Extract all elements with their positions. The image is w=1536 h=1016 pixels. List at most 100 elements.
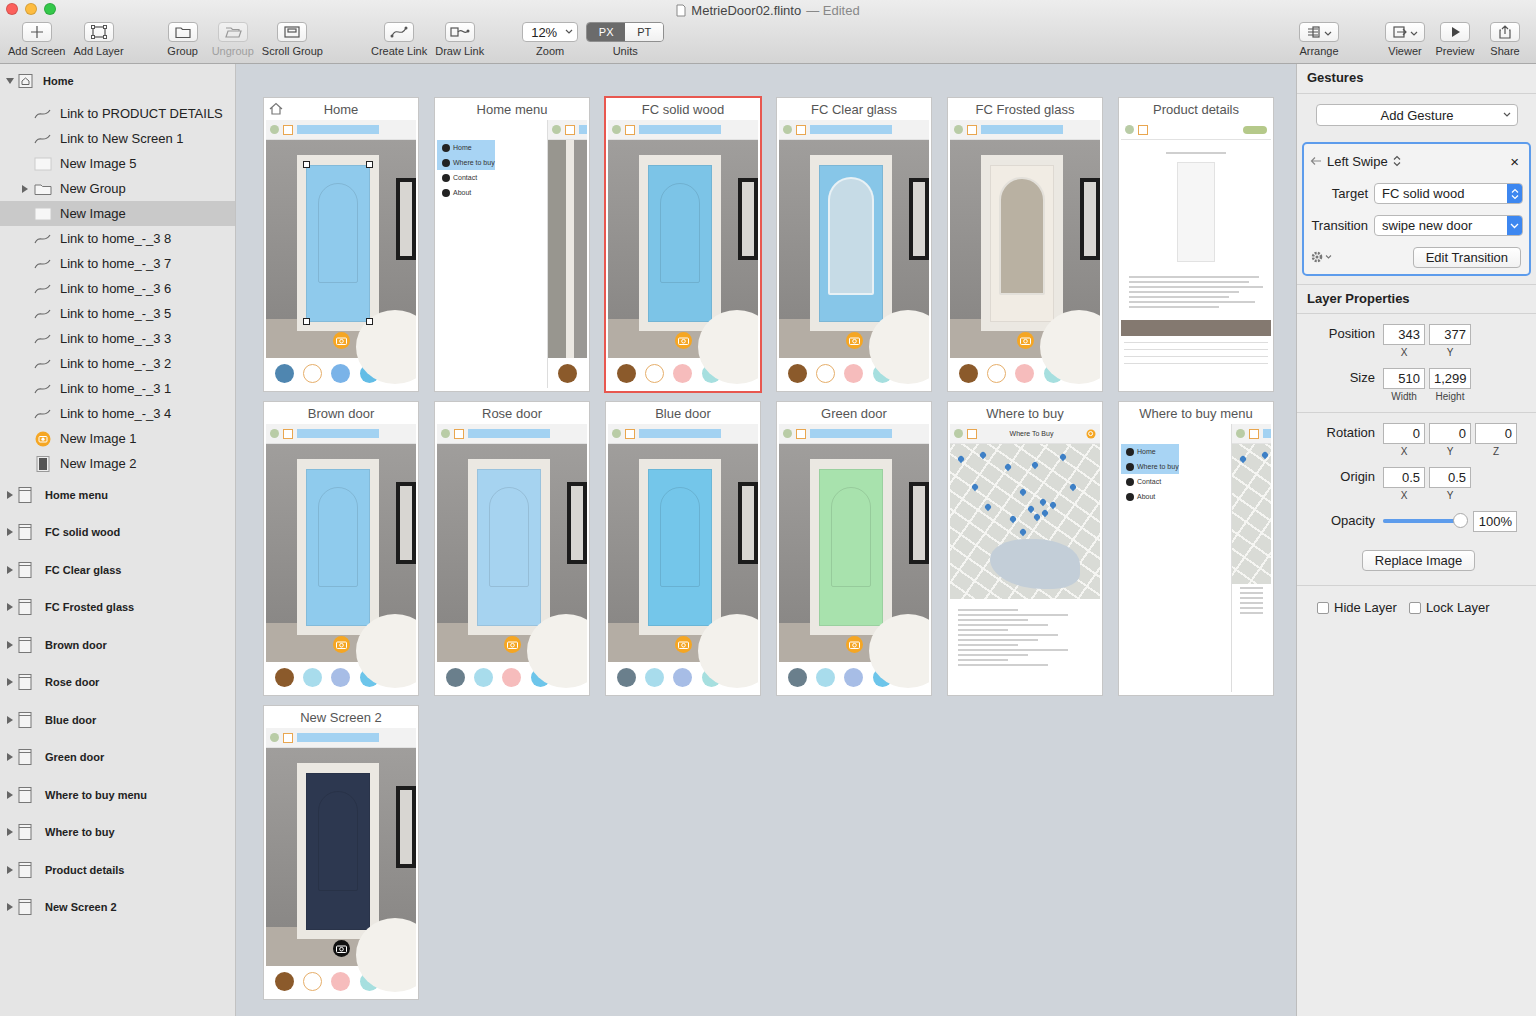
map[interactable]: [950, 444, 1100, 599]
number-input[interactable]: 0: [1429, 423, 1471, 444]
map[interactable]: [1232, 444, 1271, 584]
color-swatch[interactable]: [502, 668, 521, 687]
screen-card[interactable]: Product details: [1118, 97, 1274, 392]
disclosure-triangle[interactable]: [6, 828, 16, 836]
camera-button[interactable]: [333, 636, 350, 653]
map-pin[interactable]: [1239, 455, 1247, 463]
map-pin[interactable]: [1009, 515, 1017, 523]
number-input[interactable]: 0.5: [1429, 467, 1471, 488]
opacity-slider[interactable]: [1383, 519, 1461, 523]
disclosure-triangle[interactable]: [6, 903, 16, 911]
map-pin[interactable]: [1069, 483, 1077, 491]
map-pin[interactable]: [1033, 513, 1041, 521]
color-swatch[interactable]: [303, 668, 322, 687]
layer-row[interactable]: New Image: [0, 201, 235, 226]
transition-select[interactable]: swipe new door: [1374, 215, 1523, 236]
screen-preview[interactable]: HomeWhere to buyContactAbout: [1121, 424, 1271, 692]
screen-card[interactable]: Home: [263, 97, 419, 392]
map-pin[interactable]: [1004, 463, 1012, 471]
menu-item[interactable]: Home: [437, 140, 495, 155]
menu-item[interactable]: Where to buy: [437, 155, 495, 170]
screen-row[interactable]: FC Frosted glass: [0, 589, 235, 627]
screen-card[interactable]: Where to buyWhere To Buy: [947, 401, 1103, 696]
screen-row[interactable]: Home: [0, 70, 235, 92]
resize-handle[interactable]: [303, 318, 310, 325]
group-button[interactable]: Group: [158, 22, 208, 57]
zoom-combo[interactable]: 12%: [522, 22, 578, 42]
door[interactable]: [306, 773, 370, 930]
map-pin[interactable]: [1027, 505, 1035, 513]
layer-row[interactable]: New Group: [0, 176, 235, 201]
screen-card[interactable]: New Screen 2: [263, 705, 419, 1000]
screen-row[interactable]: Where to buy: [0, 814, 235, 852]
layer-row[interactable]: Link to PRODUCT DETAILS: [0, 101, 235, 126]
layer-row[interactable]: Link to home_-_3 1: [0, 376, 235, 401]
screen-row[interactable]: FC Clear glass: [0, 551, 235, 589]
layer-row[interactable]: Link to home_-_3 2: [0, 351, 235, 376]
camera-button[interactable]: [846, 332, 863, 349]
color-swatch[interactable]: [987, 364, 1006, 383]
disclosure-triangle[interactable]: [6, 866, 16, 874]
color-swatch[interactable]: [617, 364, 636, 383]
resize-handle[interactable]: [366, 161, 373, 168]
camera-button[interactable]: [333, 940, 350, 957]
replace-image-button[interactable]: Replace Image: [1362, 550, 1475, 571]
add-gesture-dropdown[interactable]: Add Gesture: [1316, 104, 1518, 126]
viewer-button[interactable]: Viewer: [1380, 22, 1430, 57]
disclosure-triangle[interactable]: [6, 716, 16, 724]
color-swatch[interactable]: [446, 668, 465, 687]
checkbox[interactable]: [1317, 602, 1329, 614]
layer-row[interactable]: Link to home_-_3 7: [0, 251, 235, 276]
layer-row[interactable]: New Image 1: [0, 426, 235, 451]
layer-row[interactable]: Link to home_-_3 6: [0, 276, 235, 301]
slider-knob[interactable]: [1453, 513, 1468, 528]
disclosure-triangle[interactable]: [6, 603, 16, 611]
camera-button[interactable]: [333, 332, 350, 349]
screen-card[interactable]: FC Frosted glass: [947, 97, 1103, 392]
color-swatch[interactable]: [673, 364, 692, 383]
screen-preview[interactable]: [266, 120, 416, 388]
screen-row[interactable]: Green door: [0, 739, 235, 777]
map-pin[interactable]: [1049, 501, 1057, 509]
layer-row[interactable]: Link to home_-_3 5: [0, 301, 235, 326]
color-swatch[interactable]: [617, 668, 636, 687]
screen-preview[interactable]: [950, 120, 1100, 388]
camera-button[interactable]: [846, 636, 863, 653]
map-pin[interactable]: [971, 483, 979, 491]
screen-card[interactable]: FC Clear glass: [776, 97, 932, 392]
map-pin[interactable]: [1019, 488, 1027, 496]
map-pin[interactable]: [1261, 451, 1269, 459]
disclosure-triangle[interactable]: [6, 791, 16, 799]
screen-preview[interactable]: HomeWhere to buyContactAbout: [437, 120, 587, 388]
screen-row[interactable]: Product details: [0, 851, 235, 889]
resize-handle[interactable]: [366, 318, 373, 325]
menu-item[interactable]: About: [437, 185, 495, 200]
checkbox[interactable]: [1409, 602, 1421, 614]
menu-item[interactable]: Where to buy: [1121, 459, 1179, 474]
remove-gesture-button[interactable]: ×: [1510, 153, 1523, 170]
unit-option[interactable]: PT: [625, 23, 663, 41]
menu-item[interactable]: Home: [1121, 444, 1179, 459]
disclosure-triangle[interactable]: [6, 678, 16, 686]
gesture-card[interactable]: Left Swipe×TargetFC solid woodTransition…: [1302, 142, 1531, 276]
screen-card[interactable]: FC solid wood: [605, 97, 761, 392]
disclosure-triangle[interactable]: [6, 753, 16, 761]
color-swatch[interactable]: [275, 668, 294, 687]
screen-card[interactable]: Where to buy menuHomeWhere to buyContact…: [1118, 401, 1274, 696]
color-swatch[interactable]: [275, 364, 294, 383]
opacity-input[interactable]: 100%: [1473, 511, 1517, 532]
screen-row[interactable]: New Screen 2: [0, 889, 235, 927]
screen-card[interactable]: Green door: [776, 401, 932, 696]
layer-checkbox[interactable]: Hide Layer: [1317, 600, 1397, 615]
disclosure-triangle[interactable]: [21, 185, 33, 193]
resize-handle[interactable]: [303, 161, 310, 168]
map-pin[interactable]: [984, 503, 992, 511]
screen-row[interactable]: FC solid wood: [0, 514, 235, 552]
color-swatch[interactable]: [844, 668, 863, 687]
color-swatch[interactable]: [844, 364, 863, 383]
disclosure-triangle[interactable]: [6, 77, 16, 85]
door[interactable]: [648, 469, 712, 626]
number-input[interactable]: 1,299: [1429, 368, 1471, 389]
screen-preview[interactable]: [608, 120, 758, 388]
preview-button[interactable]: Preview: [1430, 22, 1480, 57]
